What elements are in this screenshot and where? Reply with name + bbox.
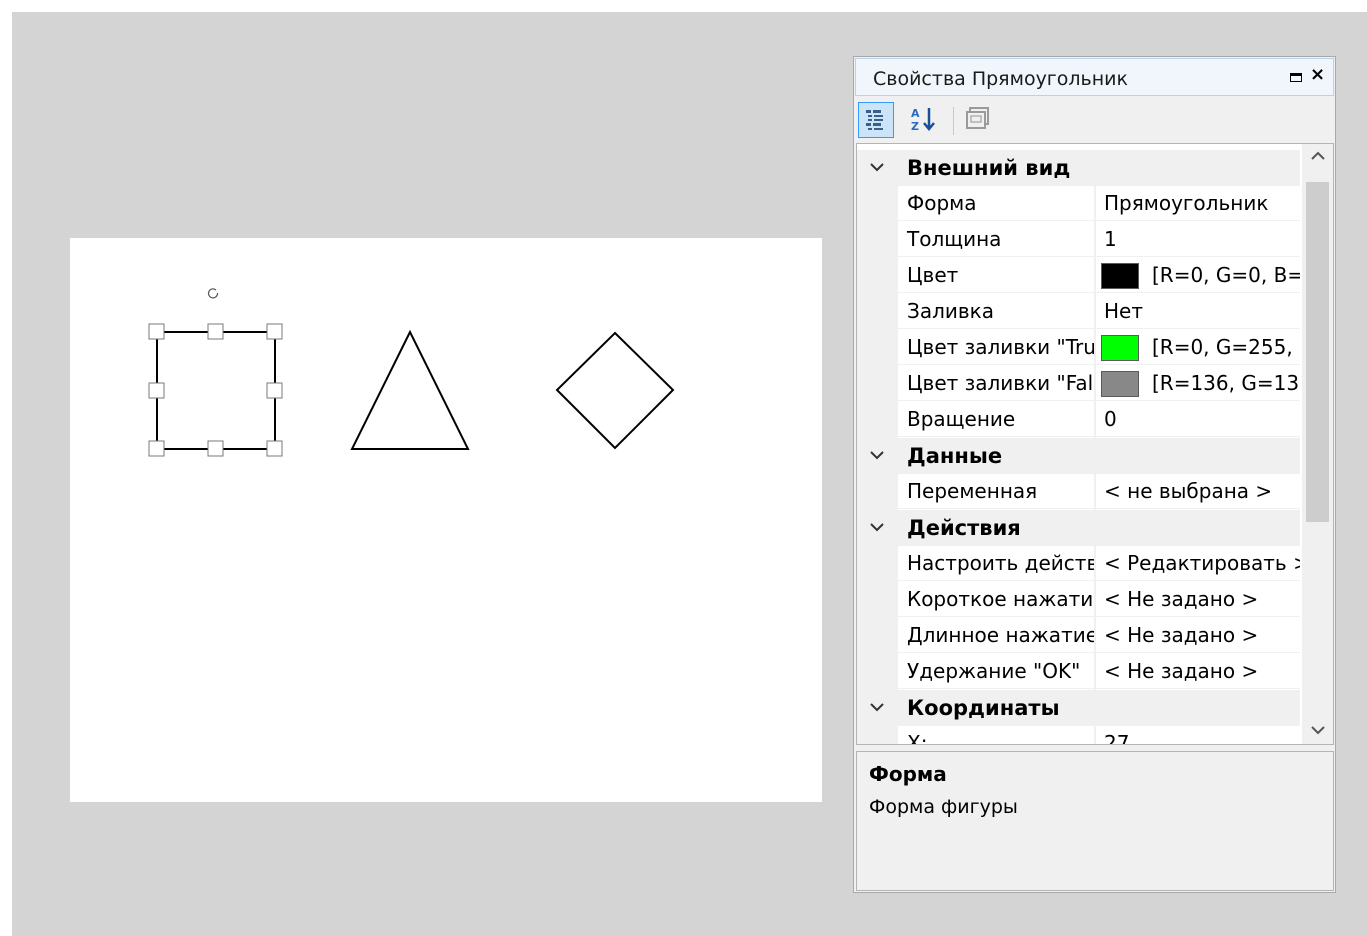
selection-handles[interactable] <box>148 323 283 457</box>
description-text: Форма фигуры <box>869 796 1018 818</box>
chevron-down-icon[interactable] <box>869 521 885 533</box>
property-grid: Внешний вид Форма Прямоугольник Толщина … <box>856 143 1334 745</box>
property-value[interactable]: 1 <box>1096 222 1300 257</box>
property-row-fill-true[interactable]: Цвет заливки "True" [R=0, G=255, B=0] <box>857 330 1300 366</box>
alphabetical-sort-button[interactable]: A Z <box>907 102 943 138</box>
property-name: X: <box>898 726 1094 744</box>
property-row-configure-actions[interactable]: Настроить действия < Редактировать > <box>857 546 1300 582</box>
color-swatch <box>1101 263 1139 289</box>
description-pane: Форма Форма фигуры <box>856 751 1334 891</box>
property-value[interactable]: Прямоугольник <box>1096 186 1300 221</box>
color-text: [R=0, G=0, B=0] <box>1152 263 1300 287</box>
toolbar-separator <box>953 107 954 135</box>
alphabetical-sort-icon: A Z <box>911 107 935 133</box>
property-row-variable[interactable]: Переменная < не выбрана > <box>857 474 1300 510</box>
property-row-fill-false[interactable]: Цвет заливки "False" [R=136, G=136, B=13… <box>857 366 1300 402</box>
property-row-long-press[interactable]: Длинное нажатие < Не задано > <box>857 618 1300 654</box>
vertical-scrollbar[interactable] <box>1302 144 1333 744</box>
category-label: Внешний вид <box>907 156 1071 180</box>
chevron-down-icon[interactable] <box>869 449 885 461</box>
category-label: Координаты <box>907 696 1060 720</box>
svg-text:Z: Z <box>911 120 919 133</box>
property-name: Цвет заливки "True" <box>898 330 1094 365</box>
category-label: Действия <box>907 516 1021 540</box>
property-row-short-press[interactable]: Короткое нажатие < Не задано > <box>857 582 1300 618</box>
description-title: Форма <box>869 762 947 786</box>
property-name: Настроить действия <box>898 546 1094 581</box>
rectangle-shape[interactable] <box>156 331 276 450</box>
category-actions[interactable]: Действия <box>857 510 1300 546</box>
property-value[interactable]: < Редактировать > <box>1096 546 1300 581</box>
property-row-rotation[interactable]: Вращение 0 <box>857 402 1300 438</box>
category-label: Данные <box>907 444 1003 468</box>
triangle-shape[interactable] <box>350 329 470 450</box>
property-name: Удержание "OK" <box>898 654 1094 689</box>
scrollbar-thumb[interactable] <box>1306 182 1329 522</box>
color-swatch <box>1101 335 1139 361</box>
svg-text:A: A <box>911 107 920 120</box>
property-value[interactable]: < Не задано > <box>1096 654 1300 689</box>
property-value[interactable]: < не выбрана > <box>1096 474 1300 509</box>
chevron-down-icon[interactable] <box>869 161 885 173</box>
scroll-down-icon[interactable] <box>1310 724 1326 736</box>
color-text: [R=136, G=136, B=136] <box>1152 371 1300 395</box>
category-coordinates[interactable]: Координаты <box>857 690 1300 726</box>
property-value[interactable]: 27 <box>1096 726 1300 744</box>
property-value[interactable]: 0 <box>1096 402 1300 437</box>
property-row-thickness[interactable]: Толщина 1 <box>857 222 1300 258</box>
property-value[interactable]: < Не задано > <box>1096 582 1300 617</box>
chevron-down-icon[interactable] <box>869 701 885 713</box>
property-pages-button[interactable] <box>961 102 997 138</box>
categorized-view-button[interactable] <box>858 102 894 138</box>
properties-panel: Свойства Прямоугольник × A Z Внешний вид… <box>853 56 1336 893</box>
property-name: Заливка <box>898 294 1094 329</box>
color-text: [R=0, G=255, B=0] <box>1152 335 1300 359</box>
property-value[interactable]: [R=0, G=255, B=0] <box>1096 330 1300 365</box>
property-row-shape[interactable]: Форма Прямоугольник <box>857 186 1300 222</box>
maximize-icon[interactable] <box>1290 73 1302 82</box>
property-name: Цвет <box>898 258 1094 293</box>
property-row-hold-ok[interactable]: Удержание "OK" < Не задано > <box>857 654 1300 690</box>
category-appearance[interactable]: Внешний вид <box>857 150 1300 186</box>
design-canvas[interactable] <box>70 238 822 802</box>
categorized-view-icon <box>866 110 883 130</box>
panel-titlebar[interactable]: Свойства Прямоугольник × <box>855 58 1334 96</box>
rotate-handle-icon[interactable] <box>207 288 219 299</box>
property-value[interactable]: Нет <box>1096 294 1300 329</box>
property-name: Толщина <box>898 222 1094 257</box>
panel-toolbar: A Z <box>855 97 1334 143</box>
property-name: Короткое нажатие <box>898 582 1094 617</box>
property-name: Переменная <box>898 474 1094 509</box>
property-name: Вращение <box>898 402 1094 437</box>
property-value[interactable]: [R=136, G=136, B=136] <box>1096 366 1300 401</box>
close-icon[interactable]: × <box>1310 64 1325 85</box>
property-name: Цвет заливки "False" <box>898 366 1094 401</box>
scroll-up-icon[interactable] <box>1310 150 1326 162</box>
category-data[interactable]: Данные <box>857 438 1300 474</box>
property-row-x[interactable]: X: 27 <box>857 726 1300 744</box>
property-row-color[interactable]: Цвет [R=0, G=0, B=0] <box>857 258 1300 294</box>
property-value[interactable]: < Не задано > <box>1096 618 1300 653</box>
canvas-drawing <box>148 288 675 457</box>
property-name: Форма <box>898 186 1094 221</box>
property-pages-icon <box>966 107 989 129</box>
panel-title: Свойства Прямоугольник <box>873 68 1129 90</box>
diamond-shape[interactable] <box>555 331 675 450</box>
color-swatch <box>1101 371 1139 397</box>
property-name: Длинное нажатие <box>898 618 1094 653</box>
property-row-fill[interactable]: Заливка Нет <box>857 294 1300 330</box>
property-value[interactable]: [R=0, G=0, B=0] <box>1096 258 1300 293</box>
